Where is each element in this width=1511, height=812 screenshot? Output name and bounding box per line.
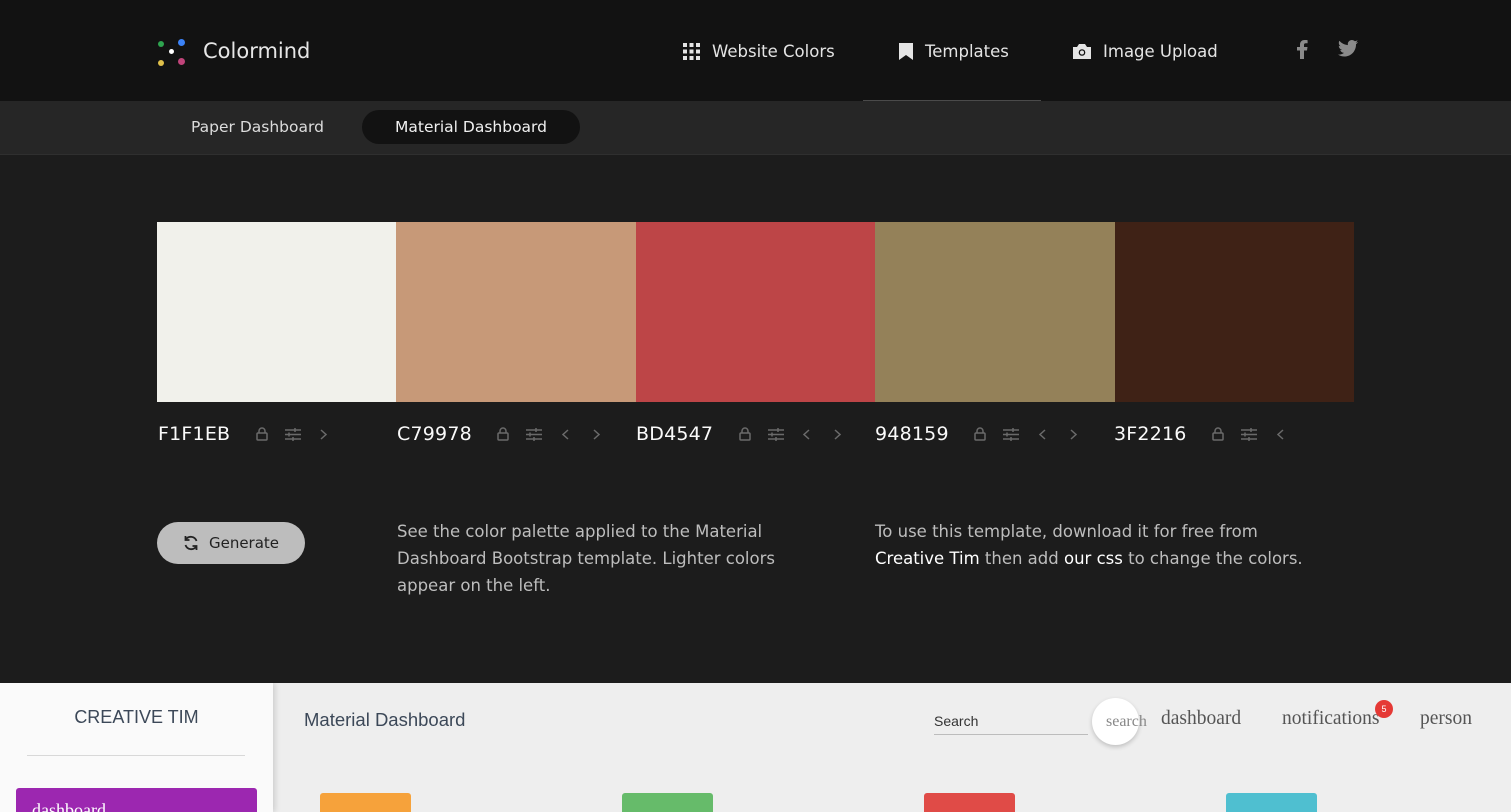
- lock-icon[interactable]: [488, 420, 519, 448]
- palette-description: See the color palette applied to the Mat…: [397, 518, 827, 599]
- preview-card-icon: [320, 793, 411, 812]
- nav-website-colors[interactable]: Website Colors: [683, 38, 835, 64]
- chevron-right-icon[interactable]: [308, 420, 339, 448]
- nav-label: Image Upload: [1103, 41, 1218, 61]
- grid-icon: [683, 42, 700, 60]
- sidebar-item-label: dashboard: [32, 800, 106, 812]
- generate-label: Generate: [208, 534, 280, 552]
- tab-paper-dashboard[interactable]: Paper Dashboard: [158, 110, 357, 144]
- nav-label: Website Colors: [712, 41, 835, 61]
- notification-badge: 5: [1375, 700, 1393, 718]
- chevron-left-icon[interactable]: [1027, 420, 1058, 448]
- lock-icon[interactable]: [246, 420, 277, 448]
- instructions-text: to change the colors.: [1122, 549, 1303, 568]
- color-swatch[interactable]: [157, 222, 397, 402]
- chevron-right-icon[interactable]: [822, 420, 853, 448]
- preview-page-title: Material Dashboard: [304, 709, 466, 730]
- preview-notifications-link[interactable]: notifications: [1282, 708, 1379, 730]
- preview-card-icon: [1226, 793, 1317, 812]
- refresh-icon: [184, 535, 198, 551]
- tab-label: Paper Dashboard: [191, 118, 324, 136]
- search-icon: search: [1106, 713, 1147, 730]
- our-css-link[interactable]: our css: [1064, 549, 1123, 568]
- usage-instructions: To use this template, download it for fr…: [875, 518, 1305, 572]
- chevron-right-icon[interactable]: [1058, 420, 1089, 448]
- adjust-icon[interactable]: [760, 420, 791, 448]
- swatch-controls: 3F2216: [1114, 420, 1296, 448]
- lock-icon[interactable]: [965, 420, 996, 448]
- facebook-icon[interactable]: [1297, 40, 1308, 63]
- preview-person-link[interactable]: person: [1420, 708, 1472, 730]
- template-tabs-bar: Paper Dashboard Material Dashboard: [0, 101, 1511, 155]
- chevron-right-icon[interactable]: [581, 420, 612, 448]
- color-swatch[interactable]: [396, 222, 636, 402]
- preview-dashboard-link[interactable]: dashboard: [1161, 708, 1241, 730]
- chevron-left-icon[interactable]: [1265, 420, 1296, 448]
- app-name: Colormind: [203, 39, 311, 63]
- adjust-icon[interactable]: [519, 420, 550, 448]
- colormind-logo[interactable]: Colormind: [157, 33, 310, 69]
- preview-search-input[interactable]: Search: [934, 711, 1088, 735]
- tab-label: Material Dashboard: [395, 118, 547, 136]
- lock-icon[interactable]: [1203, 420, 1234, 448]
- hex-code[interactable]: C79978: [397, 423, 472, 445]
- hex-code[interactable]: F1F1EB: [158, 423, 230, 445]
- top-navbar: Colormind Website Colors Templates Image…: [0, 0, 1511, 102]
- nav-label: Templates: [925, 41, 1009, 61]
- generate-button[interactable]: Generate: [157, 522, 305, 564]
- color-swatch[interactable]: [1114, 222, 1355, 402]
- tab-material-dashboard[interactable]: Material Dashboard: [362, 110, 580, 144]
- swatch-controls: C79978: [397, 420, 612, 448]
- color-swatch[interactable]: [635, 222, 876, 402]
- color-swatch[interactable]: [875, 222, 1115, 402]
- chevron-left-icon[interactable]: [791, 420, 822, 448]
- swatch-controls: F1F1EB: [158, 420, 339, 448]
- creative-tim-link[interactable]: Creative Tim: [875, 549, 980, 568]
- adjust-icon[interactable]: [277, 420, 308, 448]
- hex-code[interactable]: 948159: [875, 423, 949, 445]
- preview-card-icon: [622, 793, 713, 812]
- nav-image-upload[interactable]: Image Upload: [1073, 38, 1218, 64]
- swatch-controls: 948159: [875, 420, 1089, 448]
- divider: [27, 755, 245, 756]
- hex-code[interactable]: 3F2216: [1114, 423, 1187, 445]
- adjust-icon[interactable]: [996, 420, 1027, 448]
- hex-code[interactable]: BD4547: [636, 423, 713, 445]
- palette-swatches: [157, 222, 1355, 402]
- chevron-left-icon[interactable]: [550, 420, 581, 448]
- logo-dots-icon: [157, 36, 187, 66]
- bookmark-icon: [899, 42, 913, 60]
- swatch-controls: BD4547: [636, 420, 853, 448]
- instructions-text: To use this template, download it for fr…: [875, 522, 1258, 541]
- nav-templates[interactable]: Templates: [899, 38, 1009, 64]
- twitter-icon[interactable]: [1338, 40, 1358, 61]
- lock-icon[interactable]: [729, 420, 760, 448]
- preview-card-icon: [924, 793, 1015, 812]
- preview-sidebar-active-item[interactable]: dashboard: [16, 788, 257, 812]
- camera-icon: [1073, 43, 1091, 59]
- adjust-icon[interactable]: [1234, 420, 1265, 448]
- preview-brand[interactable]: CREATIVE TIM: [0, 707, 273, 728]
- instructions-text: then add: [979, 549, 1064, 568]
- preview-search-button[interactable]: search: [1092, 698, 1147, 745]
- description-text: See the color palette applied to the Mat…: [397, 522, 775, 595]
- preview-sidebar: CREATIVE TIM dashboard: [0, 683, 273, 812]
- template-preview: CREATIVE TIM dashboard Material Dashboar…: [0, 683, 1511, 812]
